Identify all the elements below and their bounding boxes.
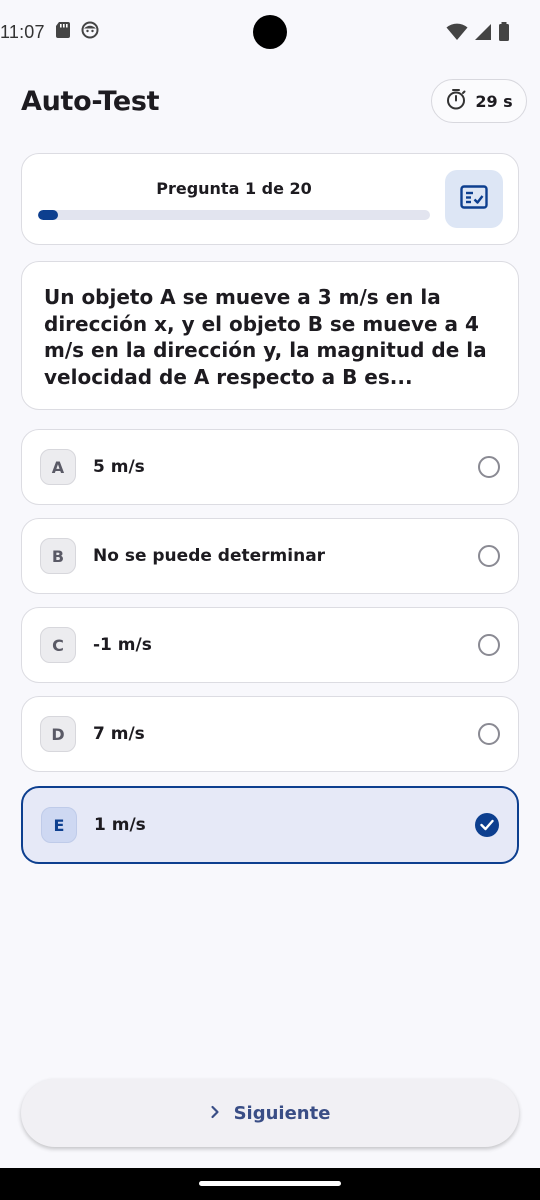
face-icon: [81, 21, 99, 44]
page-title: Auto-Test: [21, 85, 160, 117]
signal-icon: [474, 23, 492, 41]
checklist-icon: [460, 185, 488, 213]
status-right: [446, 22, 510, 42]
question-counter: Pregunta 1 de 20: [156, 179, 312, 198]
header: Auto-Test 29 s: [21, 78, 527, 124]
option-letter: A: [40, 449, 76, 485]
option-label: 5 m/s: [93, 457, 145, 477]
progress-card: Pregunta 1 de 20: [21, 153, 519, 245]
option-letter: B: [40, 538, 76, 574]
status-time: 11:07: [0, 21, 45, 42]
home-gesture-handle[interactable]: [199, 1181, 341, 1186]
status-left: 11:07: [0, 21, 99, 44]
radio-unchecked-icon[interactable]: [478, 545, 500, 567]
option-d[interactable]: D 7 m/s: [21, 696, 519, 772]
option-a[interactable]: A 5 m/s: [21, 429, 519, 505]
question-overview-button[interactable]: [445, 170, 503, 228]
navigation-bar: [0, 1168, 540, 1200]
battery-icon: [498, 22, 510, 42]
next-button-label: Siguiente: [233, 1102, 331, 1124]
question-card: Un objeto A se mueve a 3 m/s en la direc…: [21, 261, 519, 410]
option-letter: C: [40, 627, 76, 663]
option-letter: E: [41, 807, 77, 843]
option-c[interactable]: C -1 m/s: [21, 607, 519, 683]
option-label: 7 m/s: [93, 724, 145, 744]
timer-chip: 29 s: [431, 79, 527, 123]
status-bar: 11:07: [0, 0, 540, 64]
chevron-right-icon: [210, 1104, 220, 1123]
option-label: No se puede determinar: [93, 546, 326, 566]
option-letter: D: [40, 716, 76, 752]
option-label: -1 m/s: [93, 635, 152, 655]
progress-bar-fill: [38, 210, 58, 220]
next-button[interactable]: Siguiente: [21, 1079, 519, 1147]
wifi-icon: [446, 23, 468, 41]
timer-value: 29 s: [475, 91, 513, 111]
option-b[interactable]: B No se puede determinar: [21, 518, 519, 594]
question-text: Un objeto A se mueve a 3 m/s en la direc…: [44, 285, 487, 389]
radio-checked-icon[interactable]: [475, 813, 499, 837]
radio-unchecked-icon[interactable]: [478, 456, 500, 478]
stopwatch-icon: [445, 88, 467, 114]
progress-bar: [38, 210, 430, 220]
camera-cutout: [253, 15, 287, 49]
option-e[interactable]: E 1 m/s: [21, 786, 519, 864]
radio-unchecked-icon[interactable]: [478, 723, 500, 745]
option-label: 1 m/s: [94, 815, 146, 835]
radio-unchecked-icon[interactable]: [478, 634, 500, 656]
sd-card-icon: [55, 21, 71, 44]
